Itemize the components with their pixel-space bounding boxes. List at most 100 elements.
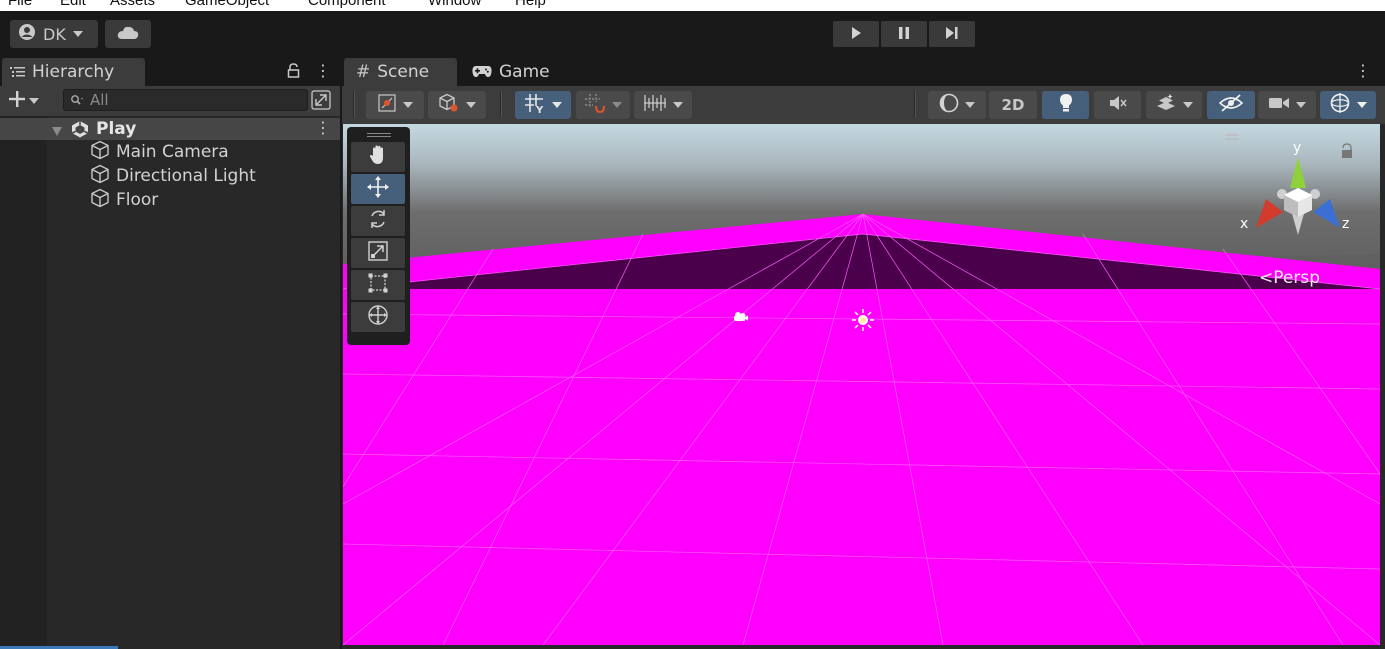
menu-file[interactable]: File: [8, 0, 32, 9]
kebab-menu-icon[interactable]: ⋮: [315, 61, 331, 80]
tab-game[interactable]: Game: [460, 58, 570, 86]
drag-grip-icon[interactable]: [367, 133, 391, 137]
scale-icon: [367, 240, 389, 266]
scale-tool-button[interactable]: [351, 238, 405, 268]
item-label: Directional Light: [116, 166, 256, 186]
speaker-mute-icon: [1108, 93, 1128, 117]
item-label: Main Camera: [116, 142, 229, 162]
chevron-down-icon: [72, 31, 83, 37]
toggle-2d-button[interactable]: 2D: [989, 91, 1037, 119]
grid-snap-icon: [584, 93, 606, 117]
hierarchy-gutter: [0, 116, 47, 649]
menu-edit[interactable]: Edit: [60, 0, 86, 9]
light-gizmo-icon[interactable]: [851, 308, 875, 336]
hierarchy-panel: Hierarchy ⋮ Play ⋮ Mai: [0, 56, 340, 649]
tab-label: Hierarchy: [32, 62, 115, 82]
playmode-controls: [833, 21, 975, 47]
tab-label: Game: [499, 62, 550, 82]
lock-icon[interactable]: [287, 63, 300, 82]
hierarchy-tabbar: Hierarchy ⋮: [0, 56, 340, 86]
expand-arrow-icon[interactable]: [51, 122, 63, 141]
scene-panel: # Scene Game ⋮ Y 2D y x z <Persp: [342, 56, 1385, 649]
rect-tool-button[interactable]: [351, 270, 405, 300]
camera-settings-dropdown[interactable]: [1258, 91, 1316, 119]
grid-snapping-dropdown[interactable]: [576, 91, 630, 119]
tool-handle-position-dropdown[interactable]: [366, 91, 424, 119]
lighting-toggle[interactable]: [1042, 91, 1089, 119]
audio-toggle[interactable]: [1094, 91, 1141, 119]
main-toolbar: DK: [0, 11, 1385, 56]
step-button[interactable]: [929, 21, 975, 47]
play-button[interactable]: [833, 21, 879, 47]
hierarchy-item-main-camera[interactable]: Main Camera: [90, 140, 229, 164]
kebab-menu-icon[interactable]: ⋮: [315, 118, 331, 137]
kebab-menu-icon[interactable]: ⋮: [1355, 61, 1371, 80]
hand-tool-button[interactable]: [351, 142, 405, 172]
menu-bar: File Edit Assets GameObject Component Wi…: [0, 0, 1385, 11]
tool-handle-rotation-dropdown[interactable]: [428, 91, 486, 119]
hierarchy-item-directional-light[interactable]: Directional Light: [90, 164, 256, 188]
scene-row[interactable]: Play ⋮: [0, 118, 340, 140]
toolbar-separator: [914, 92, 916, 118]
grid-y-icon: Y: [524, 93, 546, 117]
search-input[interactable]: [90, 91, 290, 109]
effects-dropdown[interactable]: [1146, 91, 1202, 119]
hierarchy-toolbar: [0, 86, 340, 116]
menu-help[interactable]: Help: [515, 0, 546, 9]
transform-tool-button[interactable]: [351, 302, 405, 332]
svg-text:Y: Y: [535, 105, 544, 113]
search-icon: [70, 91, 84, 110]
cloud-button[interactable]: [105, 20, 151, 48]
gameobject-cube-icon: [90, 140, 110, 164]
chevron-down-icon: [1183, 102, 1193, 108]
tab-scene[interactable]: # Scene: [344, 58, 457, 86]
layers-effects-icon: [1155, 93, 1177, 117]
pause-icon: [897, 25, 911, 44]
camera-gizmo-icon[interactable]: [732, 308, 748, 327]
scene-visibility-toggle[interactable]: [1207, 91, 1255, 119]
move-arrows-icon: [366, 175, 390, 203]
account-dropdown[interactable]: DK: [10, 20, 98, 48]
cube-local-icon: [438, 93, 460, 117]
plus-icon: [8, 90, 26, 112]
hierarchy-item-floor[interactable]: Floor: [90, 188, 158, 212]
move-tool-button[interactable]: [351, 174, 405, 204]
perspective-chevron-icon: <: [1259, 268, 1274, 288]
chevron-down-icon: [552, 102, 562, 108]
menu-component[interactable]: Component: [308, 0, 386, 9]
hand-icon: [367, 144, 389, 170]
create-dropdown[interactable]: [8, 90, 39, 112]
hierarchy-tree: Play ⋮ Main Camera Directional Light Flo…: [0, 116, 340, 649]
shaded-sphere-icon: [939, 93, 959, 117]
chevron-down-icon: [1357, 102, 1367, 108]
tab-hierarchy[interactable]: Hierarchy: [2, 58, 145, 86]
draw-mode-dropdown[interactable]: [928, 91, 986, 119]
axis-label-x: x: [1240, 216, 1249, 232]
z-axis-cone: [1313, 199, 1340, 228]
chevron-down-icon: [965, 102, 975, 108]
menu-assets[interactable]: Assets: [110, 0, 155, 9]
x-axis-cone: [1256, 199, 1283, 228]
axis-label-z: z: [1342, 216, 1350, 232]
chevron-down-icon: [1296, 102, 1306, 108]
unity-scene-icon: [70, 120, 90, 142]
increment-snap-dropdown[interactable]: [634, 91, 692, 119]
rotate-tool-button[interactable]: [351, 206, 405, 236]
menu-window[interactable]: Window: [428, 0, 481, 9]
eye-slash-icon: [1218, 93, 1244, 117]
lightbulb-icon: [1058, 93, 1074, 117]
chevron-down-icon: [673, 102, 683, 108]
orientation-gizmo[interactable]: y x z: [1216, 128, 1376, 288]
account-label: DK: [43, 24, 66, 44]
scene-tabbar: # Scene Game ⋮: [342, 56, 1385, 86]
search-field[interactable]: [63, 89, 308, 111]
gizmos-dropdown[interactable]: [1320, 91, 1376, 119]
projection-toggle[interactable]: <Persp: [1259, 268, 1320, 288]
chevron-down-icon: [466, 102, 476, 108]
gameobject-cube-icon: [90, 164, 110, 188]
search-by-type-icon[interactable]: [311, 90, 331, 114]
menu-gameobject[interactable]: GameObject: [185, 0, 269, 9]
grid-visibility-dropdown[interactable]: Y: [515, 91, 571, 119]
scene-viewport[interactable]: y x z <Persp: [343, 124, 1380, 645]
pause-button[interactable]: [881, 21, 927, 47]
